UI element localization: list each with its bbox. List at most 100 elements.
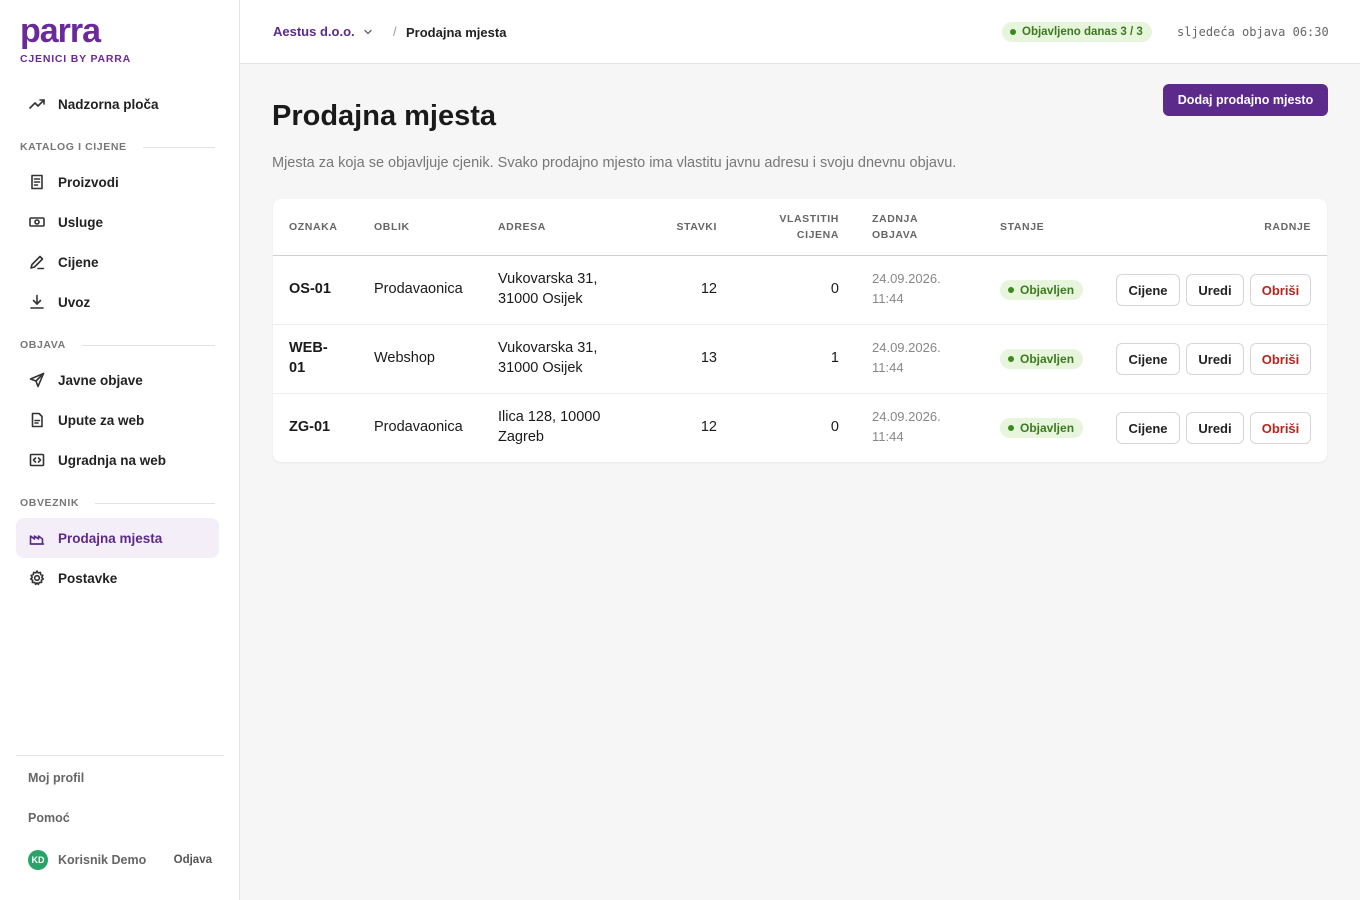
sidebar-item-dashboard[interactable]: Nadzorna ploča: [16, 84, 219, 124]
column-header-items: STAVKI: [676, 221, 717, 233]
page-title: Prodajna mjesta: [272, 100, 497, 132]
row-form: Webshop: [374, 350, 435, 366]
row-own-prices: 0: [830, 281, 839, 297]
factory-icon: [28, 529, 46, 547]
row-code: OS-01: [289, 281, 331, 297]
next-publish-time: sljedeća objava 06:30: [1177, 25, 1329, 39]
sidebar-item-prices[interactable]: Cijene: [16, 242, 219, 282]
row-own-prices: 1: [830, 350, 839, 366]
status-text: Objavljen: [1020, 352, 1075, 366]
sidebar-item-settings[interactable]: Postavke: [16, 558, 219, 598]
code-window-icon: [28, 451, 46, 469]
sidebar-item-label: Prodajna mjesta: [58, 530, 163, 546]
delete-button[interactable]: Obriši: [1250, 343, 1311, 375]
delete-button[interactable]: Obriši: [1250, 274, 1311, 306]
row-form: Prodavaonica: [374, 419, 463, 435]
delete-button[interactable]: Obriši: [1250, 412, 1311, 444]
row-address: Vukovarska 31, 31000 Osijek: [498, 340, 598, 376]
published-status-badge: Objavljeno danas 3 / 3: [1002, 22, 1152, 42]
document-icon: [28, 411, 46, 429]
column-header-code: OZNAKA: [289, 221, 338, 233]
download-icon: [28, 293, 46, 311]
status-dot-icon: [1008, 356, 1014, 362]
status-text: Objavljen: [1020, 283, 1075, 297]
row-form: Prodavaonica: [374, 281, 463, 297]
add-location-button[interactable]: Dodaj prodajno mjesto: [1163, 84, 1328, 116]
status-badge: Objavljen: [1000, 280, 1084, 300]
row-code: WEB-01: [289, 340, 328, 376]
sidebar-item-label: Cijene: [58, 254, 99, 270]
row-code: ZG-01: [289, 419, 331, 435]
locations-table: OZNAKA OBLIK ADRESA STAVKI VLASTITIH CIJ…: [273, 199, 1327, 462]
sidebar-item-label: Postavke: [58, 570, 118, 586]
logout-button[interactable]: Odjava: [174, 854, 212, 866]
sidebar-item-label: Ugradnja na web: [58, 452, 167, 468]
section-obligee: OBVEZNIK: [20, 497, 215, 509]
help-link[interactable]: Pomoć: [28, 811, 70, 825]
sidebar-item-label: Javne objave: [58, 372, 143, 388]
published-status-text: Objavljeno danas 3 / 3: [1022, 26, 1143, 38]
row-last-publish: 24.09.2026. 11:44: [872, 409, 941, 444]
table-row: OS-01 Prodavaonica Vukovarska 31, 31000 …: [273, 255, 1327, 324]
profile-link[interactable]: Moj profil: [28, 771, 84, 785]
pencil-icon: [28, 253, 46, 271]
column-header-actions: RADNJE: [1264, 221, 1311, 233]
send-icon: [28, 371, 46, 389]
row-items: 12: [700, 281, 717, 297]
sidebar-divider: [16, 755, 224, 756]
column-header-address: ADRESA: [498, 221, 546, 233]
sidebar-item-import[interactable]: Uvoz: [16, 282, 219, 322]
row-address: Vukovarska 31, 31000 Osijek: [498, 271, 598, 307]
sidebar: parra CJENICI BY PARRA Nadzorna ploča KA…: [0, 0, 240, 900]
sidebar-item-label: Upute za web: [58, 412, 145, 428]
breadcrumb-current: Prodajna mjesta: [406, 25, 507, 40]
edit-button[interactable]: Uredi: [1186, 343, 1244, 375]
company-name: Aestus d.o.o.: [273, 24, 355, 39]
prices-button[interactable]: Cijene: [1116, 274, 1180, 306]
status-dot-icon: [1008, 287, 1014, 293]
user-name: Korisnik Demo: [58, 853, 147, 867]
sidebar-item-embed[interactable]: Ugradnja na web: [16, 440, 219, 480]
sidebar-item-products[interactable]: Proizvodi: [16, 162, 219, 202]
status-dot-icon: [1010, 29, 1016, 35]
sidebar-item-label: Uvoz: [58, 294, 91, 310]
sidebar-item-services[interactable]: Usluge: [16, 202, 219, 242]
chevron-down-icon: [363, 29, 372, 34]
edit-button[interactable]: Uredi: [1186, 274, 1244, 306]
edit-button[interactable]: Uredi: [1186, 412, 1244, 444]
topbar: Aestus d.o.o. / Prodajna mjesta Objavlje…: [240, 0, 1360, 64]
trend-up-icon: [28, 95, 46, 113]
sidebar-item-web-guide[interactable]: Upute za web: [16, 400, 219, 440]
column-header-state: STANJE: [1000, 221, 1045, 233]
sidebar-item-public[interactable]: Javne objave: [16, 360, 219, 400]
sidebar-item-locations[interactable]: Prodajna mjesta: [16, 518, 219, 558]
column-header-form: OBLIK: [374, 221, 410, 233]
row-own-prices: 0: [830, 419, 839, 435]
row-items: 13: [700, 350, 717, 366]
column-header-own-prices: VLASTITIH CIJENA: [779, 213, 839, 241]
status-badge: Objavljen: [1000, 418, 1084, 438]
company-selector[interactable]: Aestus d.o.o.: [273, 24, 373, 39]
section-publish: OBJAVA: [20, 339, 215, 351]
status-badge: Objavljen: [1000, 349, 1084, 369]
logo[interactable]: parra: [20, 14, 101, 48]
row-last-publish: 24.09.2026. 11:44: [872, 271, 941, 306]
cash-icon: [28, 213, 46, 231]
page-description: Mjesta za koja se objavljuje cjenik. Sva…: [272, 155, 957, 171]
sidebar-item-label: Nadzorna ploča: [58, 96, 159, 112]
column-header-last-publish: ZADNJA OBJAVA: [872, 213, 918, 241]
status-text: Objavljen: [1020, 421, 1075, 435]
gear-icon: [28, 569, 46, 587]
table-row: ZG-01 Prodavaonica Ilica 128, 10000 Zagr…: [273, 393, 1327, 462]
row-last-publish: 24.09.2026. 11:44: [872, 340, 941, 375]
user-block: KD Korisnik Demo Odjava: [28, 850, 212, 870]
prices-button[interactable]: Cijene: [1116, 343, 1180, 375]
table-row: WEB-01 Webshop Vukovarska 31, 31000 Osij…: [273, 324, 1327, 393]
row-items: 12: [700, 419, 717, 435]
prices-button[interactable]: Cijene: [1116, 412, 1180, 444]
receipt-icon: [28, 173, 46, 191]
row-address: Ilica 128, 10000 Zagreb: [498, 409, 601, 445]
sidebar-item-label: Proizvodi: [58, 174, 119, 190]
section-catalog: KATALOG I CIJENE: [20, 141, 215, 153]
status-dot-icon: [1008, 425, 1014, 431]
